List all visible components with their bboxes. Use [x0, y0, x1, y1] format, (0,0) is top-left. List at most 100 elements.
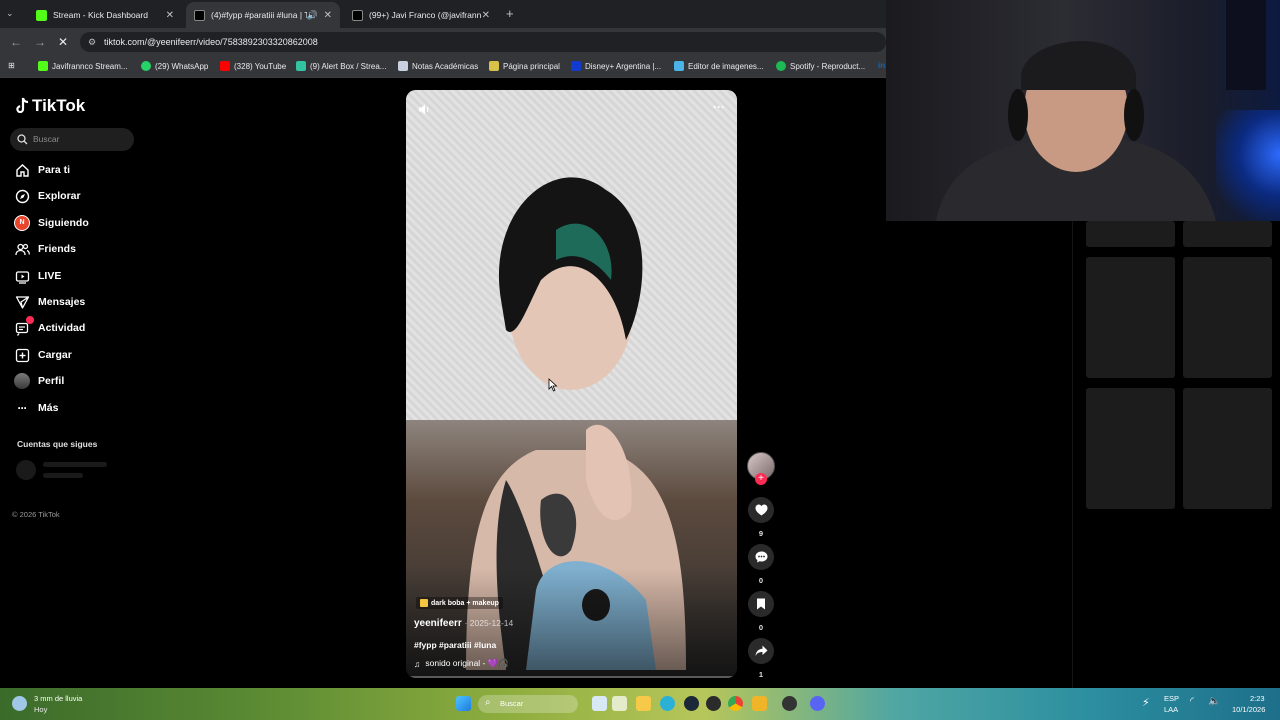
nav-mas[interactable]: ··· Más	[14, 398, 59, 418]
bookmark-pagina-principal[interactable]: Página principal	[489, 61, 560, 71]
nav-para-ti[interactable]: Para ti	[14, 160, 70, 180]
like-button[interactable]	[748, 497, 774, 523]
thumbnail-placeholder[interactable]	[1086, 388, 1175, 509]
bookmark-notas[interactable]: Notas Académicas	[398, 61, 478, 71]
tiktok-logo[interactable]: TikTok	[14, 96, 85, 116]
comment-button[interactable]	[748, 544, 774, 570]
close-tab-icon[interactable]: ✕	[482, 10, 490, 21]
network-icon[interactable]: ⚡	[1142, 696, 1157, 711]
search-placeholder: Buscar	[33, 134, 60, 144]
nav-siguiendo[interactable]: N Siguiendo	[14, 213, 89, 233]
nav-friends[interactable]: Friends	[14, 239, 76, 259]
nav-actividad[interactable]: Actividad	[14, 316, 85, 338]
effect-tag[interactable]: dark boba + makeup	[416, 597, 503, 609]
taskbar-search[interactable]: ⌕ Buscar	[478, 695, 578, 713]
following-skeleton	[16, 460, 112, 480]
tab-kick-dashboard[interactable]: Stream - Kick Dashboard ✕	[28, 2, 182, 28]
copyright-text: © 2026 TikTok	[12, 510, 60, 519]
discord-icon[interactable]	[810, 696, 825, 711]
nav-live[interactable]: LIVE	[14, 266, 61, 286]
edge-browser-icon[interactable]	[660, 696, 675, 711]
search-icon	[17, 134, 28, 145]
close-tab-icon[interactable]: ✕	[166, 10, 174, 21]
windows-start-icon[interactable]	[456, 696, 471, 711]
tiktok-note-icon	[16, 97, 29, 114]
back-arrow-icon[interactable]: ←	[10, 35, 22, 49]
clock-date[interactable]: 10/1/2026	[1232, 705, 1265, 714]
obs-icon[interactable]	[706, 696, 721, 711]
video-player[interactable]: ··· dark boba + makeup yeenifeerr · 2025…	[406, 90, 737, 678]
follow-plus-icon[interactable]: +	[755, 473, 767, 485]
like-count: 9	[758, 529, 764, 538]
tab-list-dropdown-icon[interactable]: ⌄	[6, 8, 20, 20]
search-input[interactable]: Buscar	[10, 128, 134, 151]
bookmark-kick[interactable]: Javifrannco Stream...	[38, 61, 128, 71]
bookmark-spotify[interactable]: Spotify - Reproduct...	[776, 61, 865, 71]
folder-icon[interactable]	[752, 696, 767, 711]
disney-icon	[571, 61, 581, 71]
volume-icon[interactable]	[418, 103, 431, 116]
logo-text: TikTok	[32, 96, 86, 115]
speaker-icon[interactable]: 🔈	[1208, 696, 1223, 711]
weather-text[interactable]: 3 mm de lluvia	[34, 694, 82, 703]
steam-icon[interactable]	[684, 696, 699, 711]
author-name[interactable]: yeenifeerr	[414, 618, 462, 629]
thumbnail-placeholder[interactable]	[1183, 221, 1272, 247]
nav-explorar[interactable]: Explorar	[14, 186, 81, 206]
bookmark-editor[interactable]: Editor de imagenes...	[674, 61, 764, 71]
save-button[interactable]	[748, 591, 774, 617]
thumbnail-placeholder[interactable]	[1086, 257, 1175, 378]
bookmark-youtube[interactable]: (328) YouTube	[220, 61, 286, 71]
mouse-cursor-icon	[548, 378, 558, 392]
heart-icon	[755, 504, 767, 516]
tab-tiktok-profile[interactable]: (99+) Javi Franco (@javifrannco ✕	[344, 2, 498, 28]
sound-line[interactable]: ♫ sonido original - 💜🎧	[414, 658, 509, 669]
app-icon[interactable]	[782, 696, 797, 711]
tab-title: (4)#fypp #paratiii #luna | Ti	[211, 10, 307, 20]
nav-mensajes[interactable]: Mensajes	[14, 292, 85, 312]
apps-grid-icon[interactable]: ⊞	[8, 61, 15, 70]
bookmark-alert-box[interactable]: (9) Alert Box / Strea...	[296, 61, 386, 71]
file-explorer-icon[interactable]	[636, 696, 651, 711]
browser-tab-bar: ⌄ Stream - Kick Dashboard ✕ (4)#fypp #pa…	[0, 0, 886, 28]
bookmark-disney[interactable]: Disney+ Argentina |...	[571, 61, 661, 71]
wifi-icon[interactable]: ◜	[1190, 696, 1205, 711]
bookmark-whatsapp[interactable]: (29) WhatsApp	[141, 61, 208, 71]
forward-arrow-icon[interactable]: →	[34, 35, 46, 49]
thumbnail-placeholder[interactable]	[1183, 388, 1272, 509]
windows-taskbar: 3 mm de lluvia Hoy ⌕ Buscar ⚡ ESP LAA ◜ …	[0, 688, 1280, 720]
video-progress-bar[interactable]	[406, 676, 737, 678]
tiktok-favicon-icon	[194, 9, 205, 21]
linkedin-icon[interactable]: in	[878, 61, 885, 70]
weather-subtext: Hoy	[34, 705, 48, 714]
url-field[interactable]: ⚙ tiktok.com/@yeenifeerr/video/758389230…	[80, 32, 886, 52]
video-hashtags[interactable]: #fypp #paratiii #luna	[414, 640, 496, 650]
upload-icon	[14, 347, 30, 363]
share-button[interactable]	[748, 638, 774, 664]
clock-time[interactable]: 2:23	[1250, 694, 1265, 703]
language-indicator[interactable]: ESP	[1164, 694, 1179, 703]
skeleton-line	[43, 473, 83, 478]
chrome-icon[interactable]	[728, 696, 743, 711]
site-info-icon[interactable]: ⚙	[88, 32, 96, 52]
video-more-options-icon[interactable]: ···	[713, 100, 725, 114]
share-arrow-icon	[755, 645, 767, 656]
thumbnail-placeholder[interactable]	[1086, 221, 1175, 247]
effect-icon	[420, 599, 428, 607]
close-tab-icon[interactable]: ✕	[324, 10, 332, 21]
tab-title: (99+) Javi Franco (@javifrannco	[369, 10, 481, 20]
skeleton-avatar	[16, 460, 36, 480]
post-date: · 2025-12-14	[464, 618, 514, 628]
thumbnail-placeholder[interactable]	[1183, 257, 1272, 378]
nav-cargar[interactable]: Cargar	[14, 345, 72, 365]
nav-perfil[interactable]: Perfil	[14, 371, 64, 391]
task-view-icon[interactable]	[612, 696, 627, 711]
audio-playing-icon[interactable]: 🔊	[307, 10, 318, 21]
taskbar-search-label: Buscar	[500, 699, 524, 708]
widgets-icon[interactable]	[592, 696, 607, 711]
video-author-line: yeenifeerr · 2025-12-14	[414, 618, 513, 629]
tab-tiktok-video[interactable]: (4)#fypp #paratiii #luna | Ti 🔊 ✕	[186, 2, 340, 28]
weather-icon	[12, 696, 27, 711]
new-tab-button[interactable]: +	[506, 6, 514, 21]
stop-loading-icon[interactable]: ✕	[58, 35, 68, 49]
